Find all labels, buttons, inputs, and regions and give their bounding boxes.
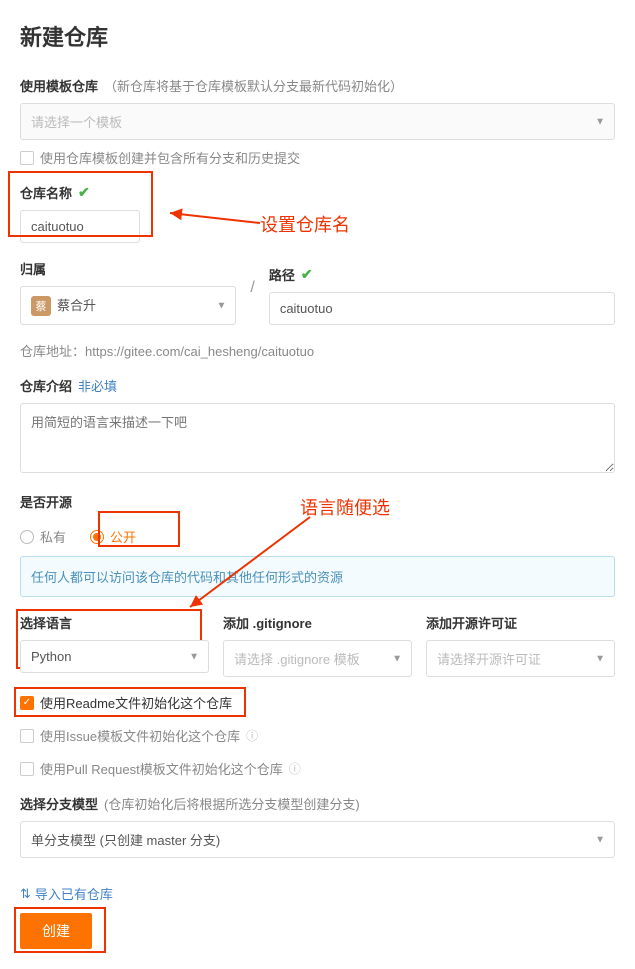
owner-avatar-icon: 蔡 (31, 296, 51, 316)
radio-public[interactable]: 公开 (90, 527, 136, 546)
radio-icon (20, 530, 34, 544)
language-label: 选择语言 (20, 613, 209, 632)
template-label: 使用模板仓库（新仓库将基于仓库模板默认分支最新代码初始化） (20, 76, 615, 95)
repo-url: 仓库地址：https://gitee.com/cai_hesheng/caitu… (20, 341, 615, 360)
import-link[interactable]: ⇅ 导入已有仓库 (20, 884, 113, 903)
public-info-banner: 任何人都可以访问该仓库的代码和其他任何形式的资源 (20, 556, 615, 597)
readme-checkbox[interactable]: ✓ 使用Readme文件初始化这个仓库 (20, 693, 615, 712)
gitignore-select[interactable]: 请选择 .gitignore 模板 (223, 640, 412, 677)
repo-name-label: 仓库名称 ✔ (20, 183, 615, 202)
import-icon: ⇅ (20, 886, 31, 902)
help-icon[interactable]: ⓘ (289, 760, 301, 777)
language-select[interactable]: Python (20, 640, 209, 673)
open-source-label: 是否开源 (20, 492, 615, 511)
branch-model-label: 选择分支模型 (仓库初始化后将根据所选分支模型创建分支) (20, 794, 615, 813)
help-icon[interactable]: ⓘ (246, 727, 258, 744)
slash-separator: / (248, 279, 256, 305)
owner-path-row: 归属 蔡蔡合升 ▼ / 路径 ✔ (20, 259, 615, 325)
description-section: 仓库介绍 非必填 (20, 376, 615, 476)
lang-gitignore-license-row: 选择语言 Python ▼ 添加 .gitignore 请选择 .gitigno… (20, 613, 615, 677)
template-section: 使用模板仓库（新仓库将基于仓库模板默认分支最新代码初始化） 请选择一个模板 ▼ … (20, 76, 615, 167)
checkbox-icon (20, 151, 34, 165)
path-input[interactable] (269, 292, 615, 325)
template-select[interactable]: 请选择一个模板 (20, 103, 615, 140)
path-label: 路径 ✔ (269, 265, 615, 284)
checkbox-icon: ✓ (20, 696, 34, 710)
create-button[interactable]: 创建 (20, 913, 92, 949)
open-source-section: 是否开源 私有 公开 语言随便选 任何人都可以访问该仓库的代码和其他任何形式的资… (20, 492, 615, 597)
description-input[interactable] (20, 403, 615, 473)
branch-model-section: 选择分支模型 (仓库初始化后将根据所选分支模型创建分支) 单分支模型 (只创建 … (20, 794, 615, 858)
checkbox-icon (20, 762, 34, 776)
gitignore-label: 添加 .gitignore (223, 613, 412, 632)
annotation-repo-name: 设置仓库名 (260, 211, 350, 237)
license-label: 添加开源许可证 (426, 613, 615, 632)
license-select[interactable]: 请选择开源许可证 (426, 640, 615, 677)
page-title: 新建仓库 (20, 20, 615, 52)
template-include-all[interactable]: 使用仓库模板创建并包含所有分支和历史提交 (20, 148, 615, 167)
radio-private[interactable]: 私有 (20, 527, 66, 546)
init-options: ✓ 使用Readme文件初始化这个仓库 使用Issue模板文件初始化这个仓库 ⓘ… (20, 693, 615, 778)
radio-icon (90, 530, 104, 544)
repo-name-input[interactable] (20, 210, 140, 243)
check-icon: ✔ (301, 266, 313, 283)
checkbox-icon (20, 729, 34, 743)
check-icon: ✔ (78, 184, 90, 201)
branch-model-select[interactable]: 单分支模型 (只创建 master 分支) (20, 821, 615, 858)
pr-checkbox[interactable]: 使用Pull Request模板文件初始化这个仓库 ⓘ (20, 759, 615, 778)
owner-select[interactable]: 蔡蔡合升 (20, 286, 236, 325)
repo-name-section: 仓库名称 ✔ 设置仓库名 (20, 183, 615, 243)
owner-label: 归属 (20, 259, 236, 278)
description-label: 仓库介绍 非必填 (20, 376, 615, 395)
issue-checkbox[interactable]: 使用Issue模板文件初始化这个仓库 ⓘ (20, 726, 615, 745)
